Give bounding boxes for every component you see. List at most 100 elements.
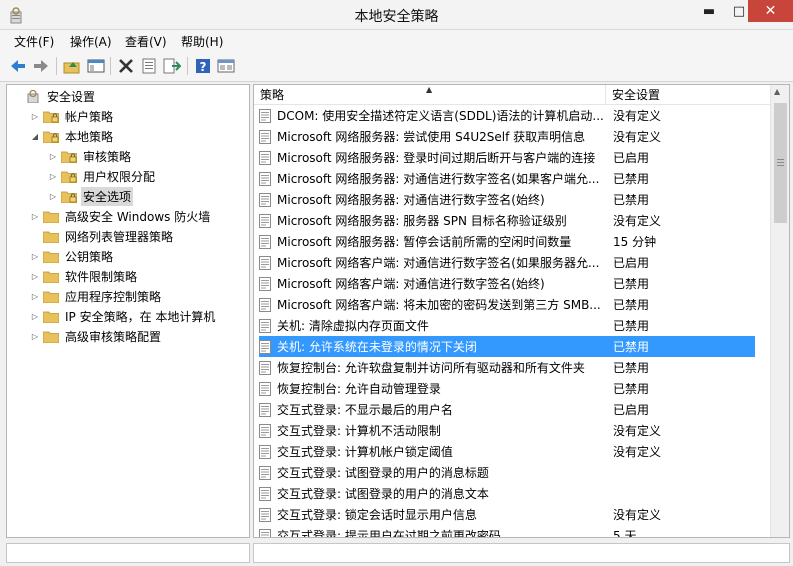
policy-row[interactable]: Microsoft 网络服务器: 登录时间过期后断开与客户端的连接 已启用 [259, 147, 755, 168]
delete-x-icon [119, 59, 133, 73]
policy-row[interactable]: 交互式登录: 不显示最后的用户名 已启用 [259, 399, 755, 420]
export-list-button[interactable] [162, 56, 182, 76]
policy-row[interactable]: 关机: 允许系统在未登录的情况下关闭 已禁用 [259, 336, 755, 357]
policy-row[interactable]: Microsoft 网络服务器: 服务器 SPN 目标名称验证级别 没有定义 [259, 210, 755, 231]
policy-setting: 已禁用 [613, 298, 650, 312]
policy-row[interactable]: 交互式登录: 提示用户在过期之前更改密码 5 天 [259, 525, 755, 537]
tree-item-label: 用户权限分配 [83, 169, 156, 184]
up-folder-icon [63, 62, 80, 74]
policy-document-icon [259, 360, 271, 375]
policy-row[interactable]: 交互式登录: 计算机帐户锁定阈值 没有定义 [259, 441, 755, 462]
policy-row[interactable]: 关机: 清除虚拟内存页面文件 已禁用 [259, 315, 755, 336]
menu-action[interactable]: 操作(A) [70, 33, 112, 50]
tree-item[interactable]: ▷ 应用程序控制策略 [29, 286, 163, 306]
title-bar: 本地安全策略 ▬ □ ✕ [0, 0, 793, 30]
close-button[interactable]: ✕ [748, 0, 793, 22]
menu-file[interactable]: 文件(F) [14, 33, 54, 50]
expand-arrow-icon[interactable]: ▷ [29, 212, 41, 221]
column-header-policy-label: 策略 [260, 88, 285, 102]
tree-item-label: 高级安全 Windows 防火墙 [65, 209, 211, 224]
policy-row[interactable]: Microsoft 网络服务器: 对通信进行数字签名(如果客户端允... 已禁用 [259, 168, 755, 189]
policy-document-icon [259, 171, 271, 186]
expand-arrow-icon[interactable]: ▷ [29, 312, 41, 321]
policy-document-icon [259, 213, 271, 228]
locked-folder-icon [43, 111, 59, 123]
policy-row[interactable]: DCOM: 使用安全描述符定义语言(SDDL)语法的计算机启动... 没有定义 [259, 105, 755, 126]
policy-name: 交互式登录: 试图登录的用户的消息文本 [277, 487, 489, 501]
expand-arrow-icon[interactable]: ▷ [47, 152, 59, 161]
folder-icon [43, 291, 59, 303]
folder-icon [43, 271, 59, 283]
policy-name: Microsoft 网络客户端: 对通信进行数字签名(如果服务器允... [277, 256, 600, 270]
forward-button[interactable] [31, 56, 51, 76]
policy-name: Microsoft 网络服务器: 对通信进行数字签名(如果客户端允... [277, 172, 600, 186]
tree-item[interactable]: ▷ 安全选项 [47, 186, 134, 206]
policy-row[interactable]: Microsoft 网络服务器: 暂停会话前所需的空闲时间数量 15 分钟 [259, 231, 755, 252]
minimize-button[interactable]: ▬ [692, 0, 726, 22]
locked-folder-icon [43, 131, 59, 143]
tree-item-label: 审核策略 [83, 149, 132, 164]
tree-item[interactable]: ▷ 高级审核策略配置 [29, 326, 163, 346]
tree-item[interactable]: ▷ 帐户策略 [29, 106, 115, 126]
expand-arrow-icon[interactable]: ▷ [29, 332, 41, 341]
menu-help[interactable]: 帮助(H) [181, 33, 223, 50]
tree-item[interactable]: 安全设置 [11, 86, 97, 106]
expand-arrow-icon[interactable]: ▷ [47, 192, 59, 201]
tree-item[interactable]: 网络列表管理器策略 [29, 226, 175, 246]
tree-pane[interactable]: 安全设置 ▷ 帐户策略 ◢ 本地策略 ▷ 审核策略 ▷ 用户权限分配 ▷ 安全选项 ▷ 高级安全 Win… [6, 84, 250, 538]
policy-row[interactable]: Microsoft 网络服务器: 对通信进行数字签名(始终) 已禁用 [259, 189, 755, 210]
tree-item[interactable]: ▷ 高级安全 Windows 防火墙 [29, 206, 212, 226]
policy-row[interactable]: 交互式登录: 试图登录的用户的消息标题 [259, 462, 755, 483]
policy-row[interactable]: 恢复控制台: 允许软盘复制并访问所有驱动器和所有文件夹 已禁用 [259, 357, 755, 378]
tree-item-label: 网络列表管理器策略 [65, 229, 174, 244]
status-cell-right [253, 543, 790, 563]
policy-row[interactable]: 交互式登录: 锁定会话时显示用户信息 没有定义 [259, 504, 755, 525]
expand-arrow-icon[interactable]: ▷ [29, 252, 41, 261]
policy-row[interactable]: 恢复控制台: 允许自动管理登录 已禁用 [259, 378, 755, 399]
tree-item[interactable]: ▷ IP 安全策略，在 本地计算机 [29, 306, 217, 326]
close-icon: ✕ [764, 3, 777, 19]
expand-arrow-icon[interactable]: ▷ [29, 112, 41, 121]
scroll-thumb[interactable] [774, 103, 787, 223]
policy-row[interactable]: 交互式登录: 计算机不活动限制 没有定义 [259, 420, 755, 441]
tree-item[interactable]: ◢ 本地策略 [29, 126, 115, 146]
tree-item[interactable]: ▷ 软件限制策略 [29, 266, 139, 286]
properties-button[interactable] [139, 56, 159, 76]
menu-view[interactable]: 查看(V) [125, 33, 167, 50]
delete-button[interactable] [116, 56, 136, 76]
locked-folder-icon [61, 171, 77, 183]
show-hide-tree-button[interactable] [86, 56, 106, 76]
policy-list-pane[interactable]: 策略 ▲ 安全设置 DCOM: 使用安全描述符定义语言(SDDL)语法的计算机启… [253, 84, 790, 538]
policy-setting: 已禁用 [613, 340, 650, 354]
view-icon [217, 59, 235, 73]
collapse-arrow-icon[interactable]: ◢ [29, 132, 41, 141]
expand-arrow-icon[interactable]: ▷ [47, 172, 59, 181]
policy-row[interactable]: Microsoft 网络客户端: 将未加密的密码发送到第三方 SMB... 已禁用 [259, 294, 755, 315]
export-list-icon [163, 58, 181, 74]
policy-row[interactable]: Microsoft 网络客户端: 对通信进行数字签名(如果服务器允... 已启用 [259, 252, 755, 273]
tree-item[interactable]: ▷ 公钥策略 [29, 246, 115, 266]
scroll-up-arrow-icon[interactable]: ▲ [774, 87, 780, 96]
policy-document-icon [259, 108, 271, 123]
security-settings-icon [27, 89, 39, 103]
policy-row[interactable]: Microsoft 网络客户端: 对通信进行数字签名(始终) 已禁用 [259, 273, 755, 294]
tree-item[interactable]: ▷ 用户权限分配 [47, 166, 157, 186]
column-header-setting[interactable]: 安全设置 [606, 85, 770, 105]
policy-document-icon [259, 129, 271, 144]
policy-row[interactable]: Microsoft 网络服务器: 尝试使用 S4U2Self 获取声明信息 没有定… [259, 126, 755, 147]
expand-arrow-icon[interactable]: ▷ [29, 292, 41, 301]
tree-item-label: IP 安全策略，在 本地计算机 [65, 309, 216, 324]
expand-arrow-icon[interactable]: ▷ [29, 272, 41, 281]
policy-name: 关机: 清除虚拟内存页面文件 [277, 319, 429, 333]
policy-row[interactable]: 交互式登录: 试图登录的用户的消息文本 [259, 483, 755, 504]
policy-setting: 已禁用 [613, 277, 650, 291]
policy-name: 交互式登录: 计算机不活动限制 [277, 424, 441, 438]
policy-document-icon [259, 318, 271, 333]
tree-item[interactable]: ▷ 审核策略 [47, 146, 133, 166]
up-level-button[interactable] [62, 56, 82, 76]
policy-name: Microsoft 网络客户端: 对通信进行数字签名(始终) [277, 277, 545, 291]
view-button[interactable] [216, 56, 236, 76]
back-button[interactable] [8, 56, 28, 76]
help-button[interactable]: ? [193, 56, 213, 76]
vertical-scrollbar[interactable]: ▲ [770, 85, 789, 537]
